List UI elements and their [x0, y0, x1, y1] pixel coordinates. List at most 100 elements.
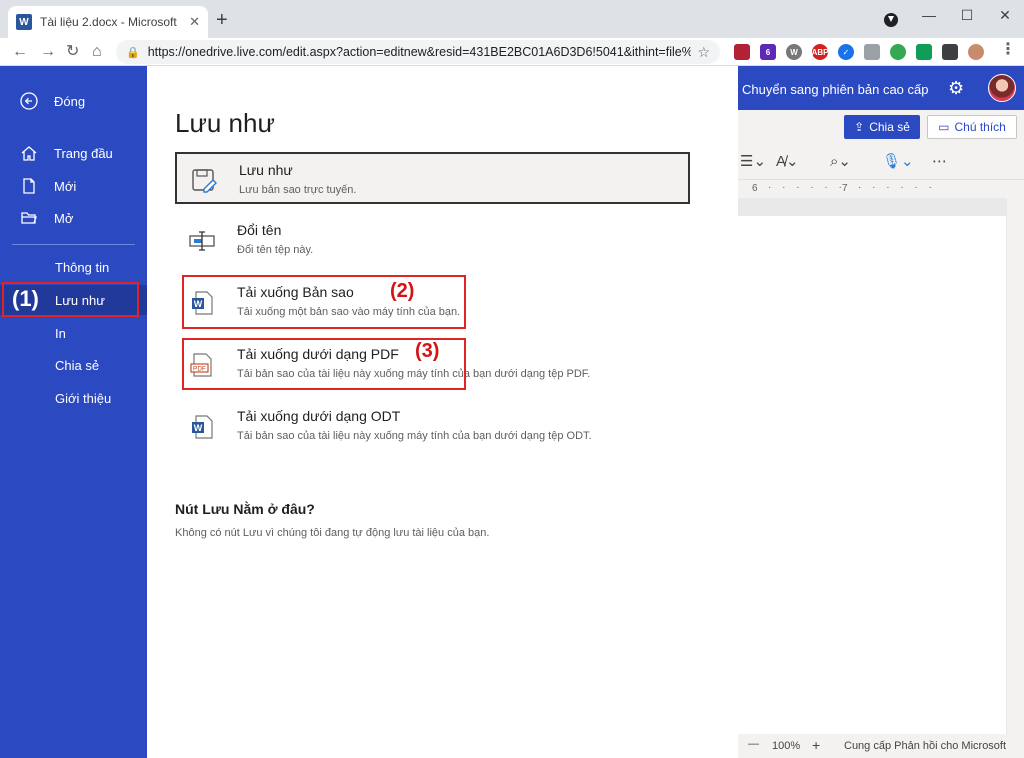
- share-label: Chia sẻ: [869, 120, 910, 134]
- flag-extension-icon[interactable]: [734, 44, 750, 60]
- browser-tabstrip: W Tài liệu 2.docx - Microsoft Word ✕ + —…: [0, 0, 1024, 38]
- nav-new-label: Mới: [54, 178, 77, 194]
- leaf-extension-icon[interactable]: [916, 44, 932, 60]
- nav-home-label: Trang đầu: [54, 145, 113, 161]
- nav-about[interactable]: Giới thiệu: [0, 383, 147, 413]
- option-rename-title: Đổi tên: [237, 222, 282, 238]
- back-icon[interactable]: ←: [12, 42, 28, 62]
- profile-avatar-icon[interactable]: [968, 44, 984, 60]
- new-tab-icon[interactable]: +: [216, 10, 228, 30]
- browser-tab[interactable]: W Tài liệu 2.docx - Microsoft Word ✕: [8, 6, 208, 38]
- address-bar[interactable]: 🔒 https://onedrive.live.com/edit.aspx?ac…: [116, 40, 720, 64]
- gear-icon[interactable]: ⚙: [948, 78, 964, 99]
- rename-icon: [187, 226, 217, 256]
- tab-title: Tài liệu 2.docx - Microsoft Word: [40, 15, 180, 29]
- document-page[interactable]: [738, 216, 1006, 734]
- lock-icon: 🔒: [126, 46, 140, 59]
- option-download-odt-title: Tải xuống dưới dạng ODT: [237, 408, 401, 424]
- grammar-icon[interactable]: [890, 44, 906, 60]
- screen: W Tài liệu 2.docx - Microsoft Word ✕ + —…: [0, 0, 1024, 758]
- comment-label: Chú thích: [954, 120, 1006, 134]
- word-header: Chuyển sang phiên bản cao cấp ⚙: [738, 66, 1024, 110]
- vertical-scrollbar[interactable]: [1007, 198, 1024, 734]
- nav-info[interactable]: Thông tin: [0, 252, 147, 282]
- nav-print[interactable]: In: [0, 318, 147, 348]
- option-save-as-desc: Lưu bản sao trực tuyến.: [239, 184, 357, 196]
- maximize-icon[interactable]: ☐: [948, 7, 986, 24]
- premium-link[interactable]: Chuyển sang phiên bản cao cấp: [742, 82, 928, 97]
- nav-share[interactable]: Chia sẻ: [0, 350, 147, 380]
- camera-icon[interactable]: [864, 44, 880, 60]
- minimize-icon[interactable]: —: [910, 7, 948, 23]
- comment-button[interactable]: ▭ Chú thích: [927, 115, 1017, 139]
- save-as-panel: Lưu như Lưu như Lưu bản sao trực tuyến. …: [147, 66, 738, 758]
- ruler-dots-a: · · · · · ·: [768, 182, 846, 193]
- option-rename-desc: Đổi tên tệp này.: [237, 244, 314, 256]
- zoom-in-icon[interactable]: +: [812, 737, 820, 753]
- avatar[interactable]: [988, 74, 1016, 102]
- share-button[interactable]: ⇪ Chia sẻ: [844, 115, 920, 139]
- nav-share-label: Chia sẻ: [55, 357, 100, 373]
- back-arrow-icon: [20, 92, 38, 110]
- puzzle-icon[interactable]: [942, 44, 958, 60]
- word-icon: W: [16, 14, 32, 30]
- dictate-icon[interactable]: 🎙⌄: [882, 152, 914, 170]
- window-controls: — ☐ ✕: [910, 0, 1024, 30]
- check-extension-icon[interactable]: ✓: [838, 44, 854, 60]
- close-window-icon[interactable]: ✕: [986, 7, 1024, 24]
- zoom-out-icon[interactable]: —: [748, 738, 759, 750]
- ruler-dots-b: · · · · · ·: [858, 182, 936, 193]
- nav-info-label: Thông tin: [55, 259, 110, 275]
- home-icon[interactable]: ⌂: [92, 42, 102, 62]
- forward-icon[interactable]: →: [40, 42, 56, 62]
- svg-text:W: W: [194, 423, 203, 433]
- extension-badge-count: 6: [765, 47, 771, 57]
- nav-divider: [12, 244, 135, 245]
- close-tab-icon[interactable]: ✕: [189, 14, 200, 30]
- option-download-odt[interactable]: W Tải xuống dưới dạng ODT Tải bản sao củ…: [175, 400, 690, 452]
- browser-toolbar: ← → ↻ ⌂ 🔒 https://onedrive.live.com/edit…: [0, 38, 1024, 66]
- list-dropdown-icon[interactable]: ☰⌄: [740, 152, 766, 170]
- adblock-icon[interactable]: ABP: [812, 44, 828, 60]
- extension-badge-icon[interactable]: 6: [760, 44, 776, 60]
- adblock-label: ABP: [811, 47, 829, 57]
- save-button-heading: Nút Lưu Nằm ở đâu?: [175, 501, 315, 517]
- folder-icon: [20, 209, 38, 227]
- reload-icon[interactable]: ↻: [66, 42, 79, 62]
- nav-open[interactable]: Mở: [0, 203, 147, 233]
- nav-close-label: Đóng: [54, 93, 86, 109]
- find-icon[interactable]: ⌕⌄: [830, 152, 851, 170]
- ruler: 6 · · · · · · 7 · · · · · ·: [738, 180, 1024, 198]
- bookmark-star-icon[interactable]: ☆: [697, 44, 710, 61]
- ribbon-actions: ⇪ Chia sẻ ▭ Chú thích: [738, 110, 1024, 144]
- ruler-mark-7: 7: [842, 183, 848, 194]
- nav-close[interactable]: Đóng: [0, 86, 147, 116]
- status-bar: — 100% + Cung cấp Phản hồi cho Microsoft: [738, 734, 1024, 758]
- share-icon: ⇪: [854, 120, 865, 134]
- annotation-3: (3): [415, 340, 440, 362]
- option-rename[interactable]: Đổi tên Đổi tên tệp này.: [175, 214, 690, 266]
- nav-new[interactable]: Mới: [0, 171, 147, 201]
- annotation-2: (2): [390, 280, 415, 302]
- option-save-as-title: Lưu như: [239, 162, 293, 178]
- highlight-box-2: [182, 275, 466, 329]
- save-as-icon: [189, 166, 219, 196]
- tab-search-icon[interactable]: [884, 13, 898, 27]
- page-title: Lưu như: [175, 108, 275, 138]
- document-canvas: [738, 198, 1024, 734]
- nav-home[interactable]: Trang đầu: [0, 138, 147, 168]
- backstage-nav: Đóng Trang đầu Mới Mở Thông tin Lưu như: [0, 66, 147, 758]
- more-options-icon[interactable]: ⋯: [932, 152, 947, 170]
- option-save-as[interactable]: Lưu như Lưu bản sao trực tuyến.: [175, 152, 690, 204]
- nav-print-label: In: [55, 325, 66, 341]
- ruler-mark-6: 6: [752, 183, 758, 194]
- feedback-link[interactable]: Cung cấp Phản hồi cho Microsoft: [844, 740, 1006, 752]
- save-button-description: Không có nút Lưu vì chúng tôi đang tự độ…: [175, 527, 490, 539]
- ribbon-toolbar: ☰⌄ A̸⌄ ⌕⌄ 🎙⌄ ⋯: [738, 144, 1024, 180]
- styles-icon[interactable]: A̸⌄: [776, 152, 799, 170]
- menu-kebab-icon[interactable]: ⋮: [1000, 40, 1016, 60]
- wordpress-icon[interactable]: W: [786, 44, 802, 60]
- home-icon: [20, 144, 38, 162]
- nav-about-label: Giới thiệu: [55, 390, 112, 406]
- zoom-level: 100%: [772, 740, 801, 752]
